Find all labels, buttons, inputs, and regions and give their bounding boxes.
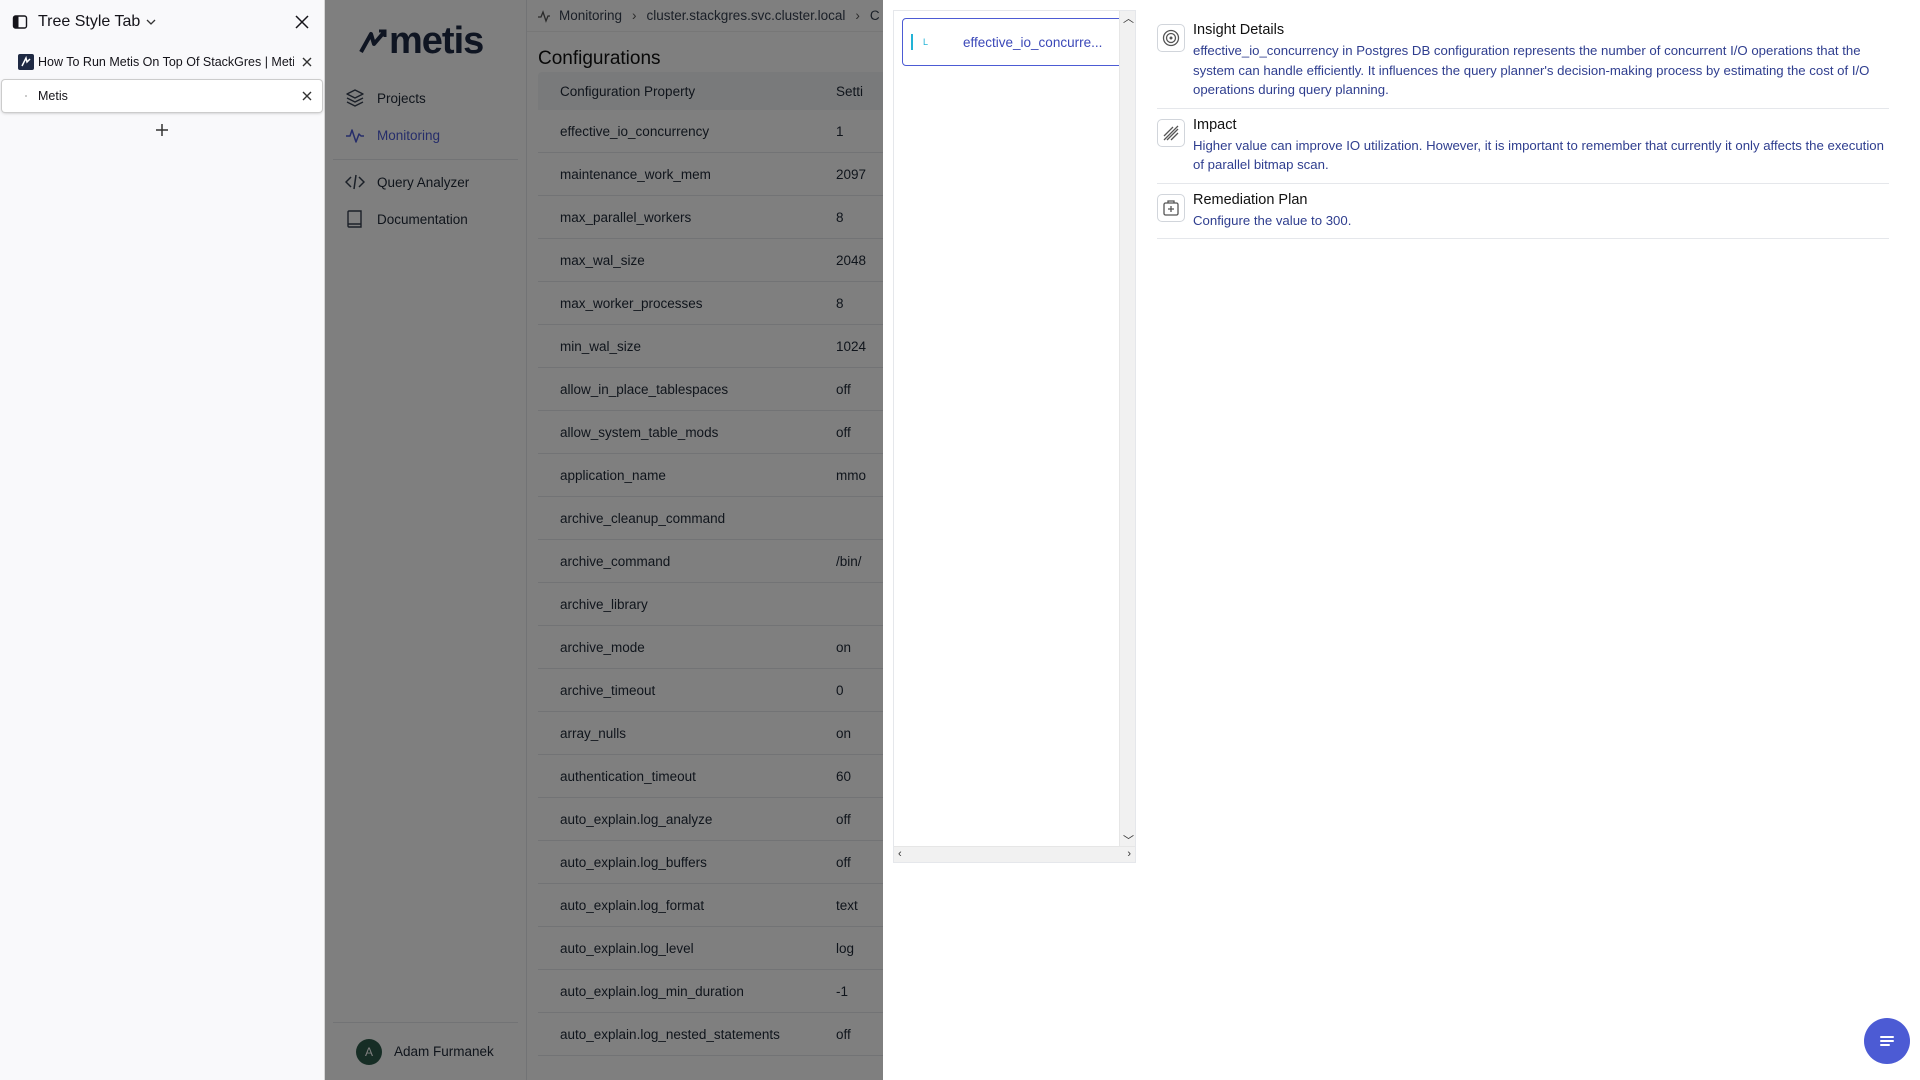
- tab-item-active[interactable]: Metis: [2, 80, 322, 112]
- section-title: Insight Details: [1193, 22, 1285, 38]
- metis-favicon-icon: [18, 54, 34, 70]
- close-icon: [295, 15, 309, 29]
- vertical-scrollbar[interactable]: ︿ ﹀: [1119, 11, 1135, 849]
- insight-name: effective_io_concurre...: [963, 34, 1103, 50]
- chat-button[interactable]: [1864, 1018, 1910, 1064]
- close-tab-icon[interactable]: [300, 55, 314, 69]
- section-title: Impact: [1193, 116, 1237, 133]
- horizontal-scrollbar[interactable]: ‹ ›: [894, 846, 1135, 862]
- section-text: effective_io_concurrency in Postgres DB …: [1193, 43, 1870, 97]
- section-text: Higher value can improve IO utilization.…: [1193, 137, 1884, 173]
- chat-icon: [1880, 1036, 1894, 1046]
- chevron-down-icon[interactable]: [146, 17, 156, 27]
- insight-list-item[interactable]: L effective_io_concurre...: [902, 18, 1127, 66]
- tab-label: How To Run Metis On Top Of StackGres | M…: [38, 55, 294, 69]
- level-label: L: [923, 37, 929, 47]
- scroll-left-icon[interactable]: ‹: [898, 848, 902, 860]
- level-indicator: [911, 34, 913, 50]
- insight-list: L effective_io_concurre... ︿ ﹀ ‹ ›: [893, 10, 1136, 863]
- sidebar-icon: [12, 15, 28, 29]
- insight-sections: Insight Details effective_io_concurrency …: [1157, 14, 1889, 239]
- tab-label: Metis: [38, 89, 68, 103]
- tree-style-tab-sidebar: Tree Style Tab How To Run Metis On Top O…: [0, 0, 325, 1080]
- insight-panel: L effective_io_concurre... ︿ ﹀ ‹ › Insig…: [883, 0, 1920, 1080]
- insight-details-section: Insight Details effective_io_concurrency …: [1157, 14, 1889, 109]
- medical-kit-icon: [1157, 193, 1185, 222]
- section-text: Configure the value to 300.: [1193, 212, 1352, 228]
- tab-item[interactable]: How To Run Metis On Top Of StackGres | M…: [2, 46, 322, 78]
- scroll-right-icon[interactable]: ›: [1127, 848, 1131, 860]
- impact-section: Impact Higher value can improve IO utiliz…: [1157, 109, 1889, 184]
- impact-icon: [1157, 118, 1185, 147]
- remediation-plan-section: Remediation Plan Configure the value to 3…: [1157, 184, 1889, 239]
- section-title: Remediation Plan: [1193, 191, 1308, 208]
- plus-icon: [156, 124, 168, 136]
- modal-backdrop[interactable]: [325, 0, 883, 1080]
- close-sidebar-button[interactable]: [292, 12, 312, 32]
- close-tab-icon[interactable]: [300, 89, 314, 103]
- sidebar-header[interactable]: Tree Style Tab: [0, 0, 324, 44]
- scroll-up-icon[interactable]: ︿: [1123, 13, 1134, 25]
- sidebar-title: Tree Style Tab: [38, 13, 141, 30]
- loading-favicon-icon: [25, 95, 27, 97]
- new-tab-button[interactable]: [0, 114, 324, 146]
- target-icon: [1157, 24, 1185, 52]
